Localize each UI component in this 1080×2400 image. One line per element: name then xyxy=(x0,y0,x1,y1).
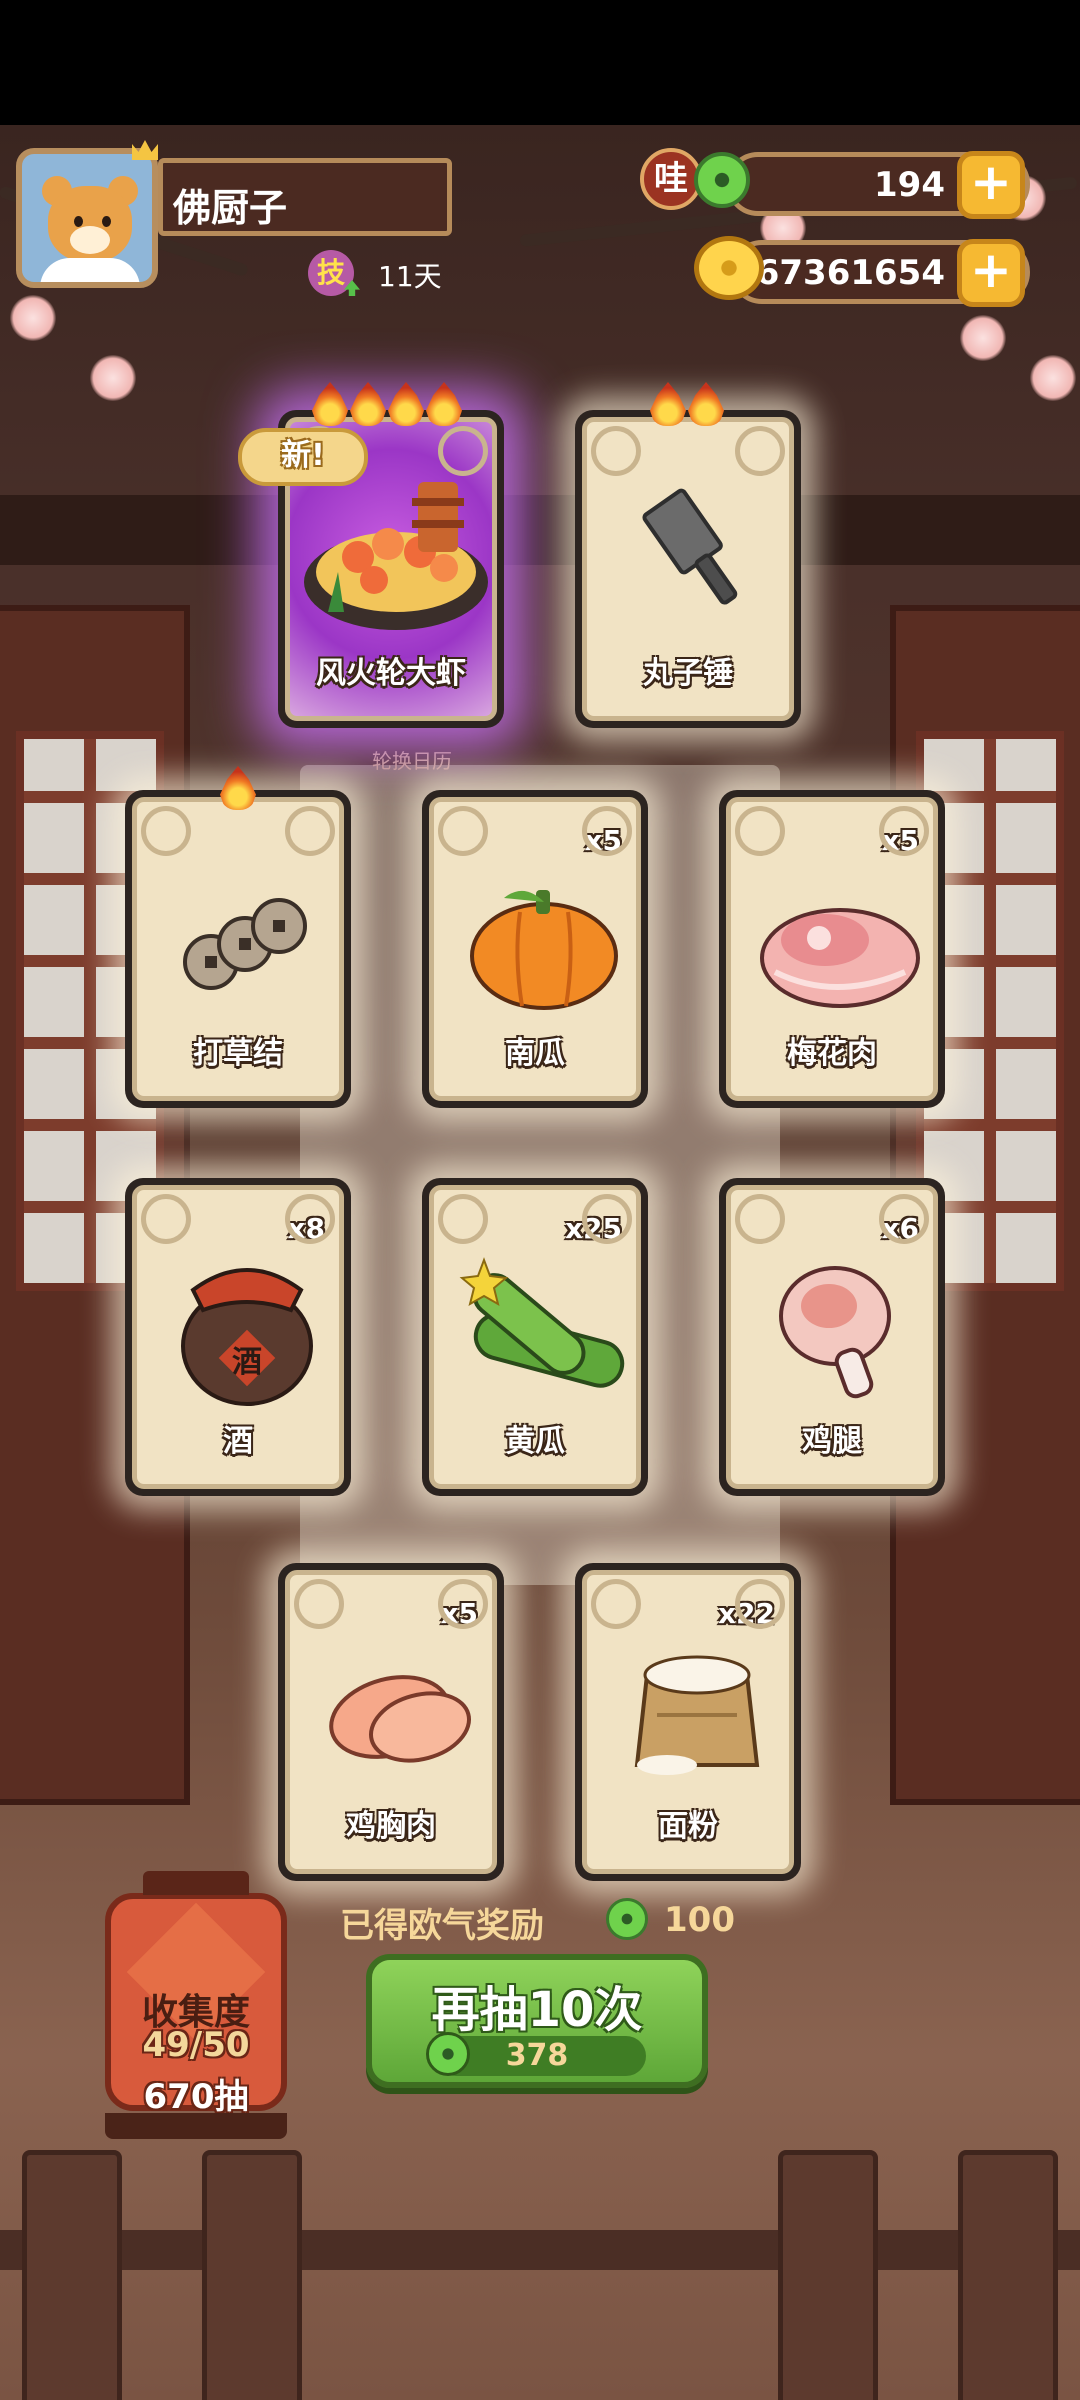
fence-post xyxy=(22,2150,122,2400)
card-name: 鸡胸肉 xyxy=(346,1809,436,1844)
flame-icon xyxy=(350,382,386,426)
flame-icon xyxy=(688,382,724,426)
card-quantity: x5 xyxy=(440,1597,478,1630)
cucumber-icon xyxy=(459,1257,625,1388)
new-badge: 新! xyxy=(238,428,368,486)
fence-post xyxy=(958,2150,1058,2400)
pork-shoulder-icon xyxy=(760,908,920,1008)
featured-card[interactable]: 丸子锤 xyxy=(575,410,801,728)
reward-card[interactable]: x6 鸡腿 xyxy=(719,1178,945,1496)
coin-currency-bar: 67361654 + xyxy=(730,239,1030,307)
card-name: 面粉 xyxy=(658,1809,718,1844)
shrimp-platter-icon xyxy=(304,482,488,630)
wine-jar-icon: 酒 xyxy=(181,1268,313,1406)
rarity-flames xyxy=(650,382,724,426)
floor-rail xyxy=(0,2230,1080,2270)
jade-icon xyxy=(606,1898,648,1940)
chicken-breast-icon xyxy=(329,1675,472,1763)
card-quantity: x5 xyxy=(881,824,919,857)
blossom xyxy=(90,355,136,401)
card-name: 梅花肉 xyxy=(787,1036,877,1071)
card-name: 打草结 xyxy=(193,1036,283,1071)
fence-post xyxy=(778,2150,878,2400)
fence-post xyxy=(202,2150,302,2400)
jar-label: 酒 xyxy=(232,1345,262,1380)
blossom xyxy=(1030,355,1076,401)
coins-knot-icon xyxy=(183,898,307,990)
flame-icon xyxy=(426,382,462,426)
blossom xyxy=(10,295,56,341)
meatball-hammer-icon xyxy=(642,488,738,605)
blossom xyxy=(960,315,1006,361)
card-name: 黄瓜 xyxy=(505,1424,565,1459)
reward-card[interactable]: x5 南瓜 xyxy=(422,790,648,1108)
wa-icon: 哇 xyxy=(640,148,702,210)
pumpkin-icon xyxy=(470,890,618,1010)
card-quantity: x8 xyxy=(287,1212,325,1245)
rotation-calendar-label[interactable]: 轮换日历 xyxy=(372,745,452,774)
card-quantity: x25 xyxy=(564,1212,622,1245)
jade-icon xyxy=(694,152,750,208)
ceiling-beam xyxy=(0,495,1080,565)
reward-card[interactable]: 打草结 xyxy=(125,790,351,1108)
reward-card[interactable]: x25 黄瓜 xyxy=(422,1178,648,1496)
draw-again-button[interactable]: 再抽10次 378 xyxy=(366,1954,708,2088)
add-coin-button[interactable]: + xyxy=(957,239,1025,307)
flame-icon xyxy=(650,382,686,426)
reward-card[interactable]: x22 面粉 xyxy=(575,1563,801,1881)
luck-reward-label: 已得欧气奖励 xyxy=(340,1906,544,1946)
card-name: 酒 xyxy=(223,1424,253,1459)
flame-icon xyxy=(220,766,256,810)
reward-card[interactable]: x5 梅花肉 xyxy=(719,790,945,1108)
flame-icon xyxy=(312,382,348,426)
collection-progress: 49/50 xyxy=(142,2025,250,2065)
chicken-leg-icon xyxy=(779,1266,891,1399)
flour-sack-icon xyxy=(634,1655,760,1775)
rarity-flames xyxy=(220,766,256,810)
jade-value: 194 xyxy=(874,165,945,205)
skill-icon[interactable]: 技 xyxy=(308,250,354,296)
draw-count: 670抽 xyxy=(143,2077,249,2117)
collection-lantern[interactable]: 收集度 49/50 670抽 xyxy=(105,1871,287,2139)
flame-icon xyxy=(388,382,424,426)
days-counter: 11天 xyxy=(378,260,442,293)
coin-icon xyxy=(694,236,764,300)
jade-currency-bar: 194 + xyxy=(726,151,1030,219)
card-name: 鸡腿 xyxy=(802,1424,862,1459)
player-name-plate[interactable]: 佛厨子 xyxy=(158,158,452,236)
card-name: 风火轮大虾 xyxy=(316,656,466,691)
draw-again-label: 再抽10次 xyxy=(431,1982,643,2038)
coin-value: 67361654 xyxy=(755,253,945,293)
luck-reward-value: 100 xyxy=(664,1900,735,1940)
card-name: 丸子锤 xyxy=(643,656,733,691)
card-quantity: x6 xyxy=(881,1212,919,1245)
draw-cost: 378 xyxy=(505,2038,569,2073)
reward-card[interactable]: x5 鸡胸肉 xyxy=(278,1563,504,1881)
card-quantity: x5 xyxy=(584,824,622,857)
rarity-flames xyxy=(312,382,462,426)
card-quantity: x22 xyxy=(717,1597,775,1630)
player-avatar[interactable] xyxy=(16,148,158,288)
add-jade-button[interactable]: + xyxy=(957,151,1025,219)
card-name: 南瓜 xyxy=(505,1036,565,1071)
player-name: 佛厨子 xyxy=(173,186,288,230)
reward-card[interactable]: 酒 x8 酒 xyxy=(125,1178,351,1496)
